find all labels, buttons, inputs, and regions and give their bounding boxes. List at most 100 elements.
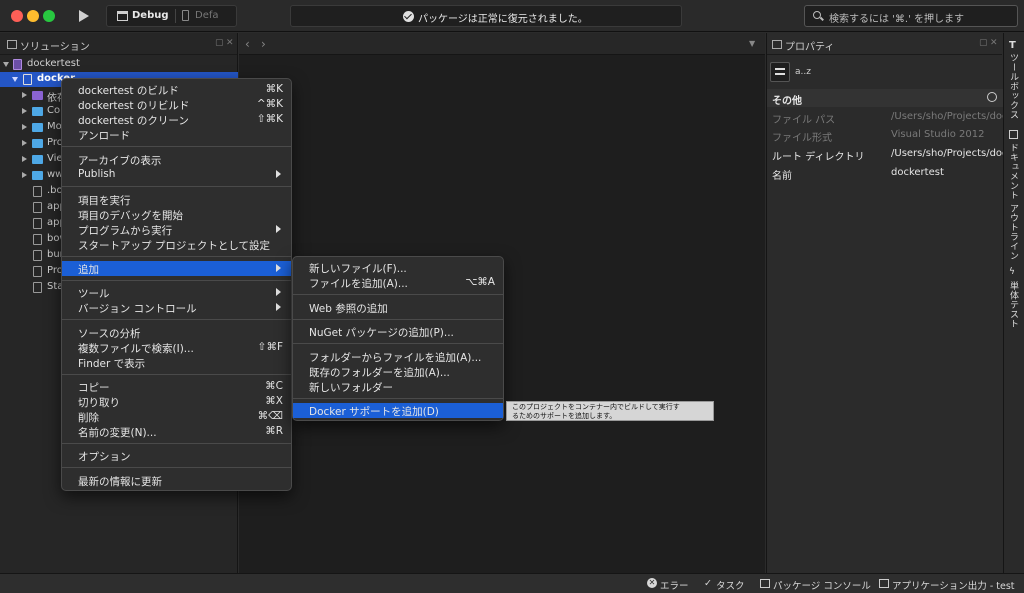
menu-item-label: Web 参照の追加	[309, 303, 388, 315]
back-icon[interactable]: ‹	[245, 37, 250, 51]
tooltip-line: このプロジェクトをコンテナー内でビルドして実行す	[512, 403, 680, 411]
menu-item-add-files-from-folder[interactable]: フォルダーからファイルを追加(A)...	[293, 349, 503, 364]
tab-toolbox[interactable]: ツールボックス	[1007, 53, 1020, 120]
solution-file-icon	[13, 59, 22, 70]
menu-item-new-folder[interactable]: 新しいフォルダー	[293, 379, 503, 394]
menu-item-set-startup[interactable]: スタートアップ プロジェクトとして設定	[62, 237, 291, 252]
context-menu: dockertest のビルド ⌘K dockertest のリビルド ^⌘K do…	[61, 78, 292, 491]
categorize-button[interactable]	[770, 62, 790, 82]
maximize-pane-icon[interactable]: ▢	[215, 38, 224, 48]
menu-item-options[interactable]: オプション	[62, 448, 291, 463]
window-icon	[117, 11, 128, 21]
file-icon	[33, 250, 42, 261]
tasks-tab[interactable]: タスク	[716, 578, 745, 592]
check-icon: ✓	[704, 578, 712, 589]
property-category[interactable]: その他	[767, 89, 1003, 107]
menu-item-add-nuget[interactable]: NuGet パッケージの追加(P)...	[293, 324, 503, 339]
errors-tab[interactable]: エラー	[660, 578, 689, 592]
menu-item-cut[interactable]: 切り取り ⌘X	[62, 394, 291, 409]
menu-item-tools[interactable]: ツール	[62, 285, 291, 300]
config-label: Debug	[132, 10, 169, 21]
property-row[interactable]: ファイル形式 Visual Studio 2012	[767, 126, 1003, 144]
sort-alphabetical-button[interactable]: a..z	[795, 67, 811, 77]
shortcut-label: ⇧⌘K	[256, 113, 283, 125]
collapse-icon[interactable]	[987, 92, 997, 102]
menu-item-new-file[interactable]: 新しいファイル(F)...	[293, 260, 503, 275]
menu-item-reveal-in-finder[interactable]: Finder で表示	[62, 355, 291, 370]
folder-icon	[32, 155, 43, 164]
menu-separator	[62, 374, 291, 375]
application-output-tab[interactable]: アプリケーション出力 - test	[892, 578, 1015, 592]
property-row[interactable]: ファイル パス /Users/sho/Projects/docker	[767, 108, 1023, 126]
forward-icon[interactable]: ›	[261, 37, 266, 51]
maximize-window-button[interactable]	[43, 10, 55, 22]
menu-item-publish[interactable]: Publish	[62, 167, 291, 182]
tab-unit-tests[interactable]: 単体テスト	[1007, 281, 1020, 329]
bottom-pad-bar: ✕ エラー ✓ タスク パッケージ コンソール アプリケーション出力 - tes…	[0, 573, 1024, 593]
menu-item-refresh[interactable]: 最新の情報に更新	[62, 473, 291, 488]
menu-item-add-docker-support[interactable]: Docker サポートを追加(D)	[293, 403, 503, 418]
menu-item-label: 新しいファイル(F)...	[309, 263, 407, 275]
folder-icon	[32, 139, 43, 148]
build-config-selector[interactable]: Debug Defa	[106, 5, 237, 27]
menu-item-label: ソースの分析	[78, 328, 141, 340]
status-text: パッケージは正常に復元されました。	[418, 14, 588, 25]
menu-item-label: 追加	[78, 264, 99, 276]
properties-title: プロパティ	[785, 42, 835, 53]
list-icon	[775, 68, 785, 75]
menu-item-find-in-files[interactable]: 複数ファイルで検索(I)... ⇧⌘F	[62, 340, 291, 355]
tree-item-solution[interactable]: dockertest	[0, 57, 238, 72]
maximize-pane-icon[interactable]: ▢	[979, 38, 988, 48]
menu-item-debug[interactable]: 項目のデバッグを開始	[62, 207, 291, 222]
package-console-tab[interactable]: パッケージ コンソール	[773, 578, 871, 592]
property-value: Visual Studio 2012	[891, 129, 985, 140]
tree-item-label: dockertest	[27, 58, 80, 69]
close-pane-icon[interactable]: ✕	[226, 38, 234, 48]
menu-item-label: コピー	[78, 382, 110, 394]
search-input[interactable]: 検索するには '⌘.' を押します	[804, 5, 1018, 27]
menu-separator	[293, 343, 503, 344]
menu-item-rebuild[interactable]: dockertest のリビルド ^⌘K	[62, 97, 291, 112]
menu-item-analyze[interactable]: ソースの分析	[62, 325, 291, 340]
folder-icon	[32, 123, 43, 132]
shortcut-label: ⌘C	[265, 380, 283, 392]
minimize-window-button[interactable]	[27, 10, 39, 22]
menu-separator	[62, 256, 291, 257]
chevron-right-icon	[22, 156, 27, 162]
add-submenu: 新しいファイル(F)... ファイルを追加(A)... ⌥⌘A Web 参照の追加…	[292, 256, 504, 421]
tooltip: このプロジェクトをコンテナー内でビルドして実行す るためのサポートを追加します。	[506, 401, 714, 421]
menu-item-label: 項目のデバッグを開始	[78, 210, 183, 222]
menu-item-add-web-reference[interactable]: Web 参照の追加	[293, 300, 503, 315]
property-value: dockertest	[891, 167, 944, 178]
menu-item-clean[interactable]: dockertest のクリーン ⇧⌘K	[62, 112, 291, 127]
menu-item-label: アーカイブの表示	[78, 155, 162, 167]
menu-item-add-existing-folder[interactable]: 既存のフォルダーを追加(A)...	[293, 364, 503, 379]
menu-item-build[interactable]: dockertest のビルド ⌘K	[62, 82, 291, 97]
menu-item-delete[interactable]: 削除 ⌘⌫	[62, 409, 291, 424]
file-icon	[33, 186, 42, 197]
file-icon	[33, 218, 42, 229]
property-row[interactable]: 名前 dockertest	[767, 164, 1003, 182]
menu-separator	[293, 398, 503, 399]
menu-item-copy[interactable]: コピー ⌘C	[62, 379, 291, 394]
property-key: ルート ディレクトリ	[772, 152, 865, 163]
menu-item-label: プログラムから実行	[78, 225, 173, 237]
chevron-down-icon[interactable]: ▼	[749, 39, 755, 48]
menu-item-version-control[interactable]: バージョン コントロール	[62, 300, 291, 315]
close-window-button[interactable]	[11, 10, 23, 22]
menu-item-label: バージョン コントロール	[78, 303, 197, 315]
menu-item-add[interactable]: 追加	[62, 261, 291, 276]
chevron-down-icon	[12, 77, 18, 82]
close-pane-icon[interactable]: ✕	[990, 38, 998, 48]
menu-item-show-archive[interactable]: アーカイブの表示	[62, 152, 291, 167]
shortcut-label: ⌘⌫	[257, 410, 283, 422]
menu-item-run[interactable]: 項目を実行	[62, 192, 291, 207]
tab-document-outline[interactable]: ドキュメント アウトライン	[1007, 143, 1020, 260]
menu-item-rename[interactable]: 名前の変更(N)... ⌘R	[62, 424, 291, 439]
menu-item-run-with[interactable]: プログラムから実行	[62, 222, 291, 237]
menu-item-add-files[interactable]: ファイルを追加(A)... ⌥⌘A	[293, 275, 503, 290]
run-button[interactable]	[72, 5, 96, 27]
solution-pane-title: ソリューション	[20, 42, 90, 53]
menu-item-unload[interactable]: アンロード	[62, 127, 291, 142]
property-row[interactable]: ルート ディレクトリ /Users/sho/Projects/docker	[767, 145, 1023, 163]
